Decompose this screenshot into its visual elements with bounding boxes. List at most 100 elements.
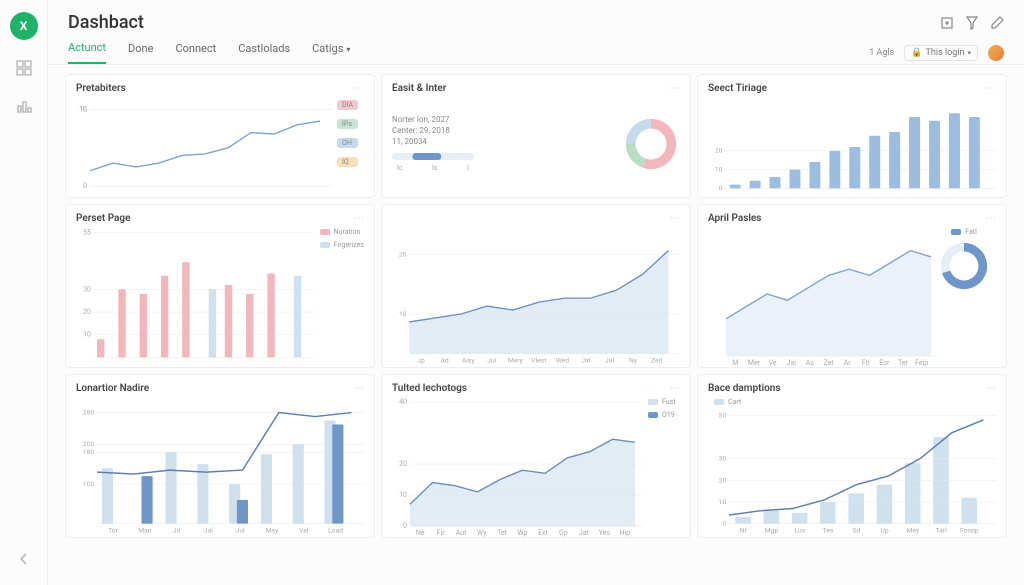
svg-text:Mgp: Mgp [765,526,779,534]
tab-done[interactable]: Done [128,42,153,63]
svg-text:Jai: Jai [787,359,797,367]
svg-text:10: 10 [83,331,91,339]
svg-text:Tes: Tes [823,526,834,534]
svg-text:Is: Is [432,164,438,172]
svg-text:0: 0 [719,184,723,192]
card-title: Seect Tiriage [708,83,767,94]
tag: OH [337,138,358,148]
svg-text:280: 280 [83,408,95,416]
chevron-down-icon: ▾ [346,45,350,54]
sidebar-collapse-icon[interactable] [14,549,34,569]
svg-text:10: 10 [719,498,727,506]
svg-text:Zed: Zed [651,356,663,364]
page-title: Dashbact [68,12,144,33]
app-logo[interactable]: X [10,12,38,40]
svg-text:Eor: Eor [879,359,890,367]
svg-text:Io: Io [397,164,403,172]
svg-text:Ter: Ter [898,359,909,367]
svg-text:0: 0 [722,520,726,528]
svg-text:Ne: Ne [416,529,425,537]
svg-text:Mey: Mey [907,526,920,534]
svg-text:As: As [806,359,815,367]
svg-text:M: M [732,359,738,367]
nav-dashboard-icon[interactable] [14,58,34,78]
svg-text:Vlest: Vlest [531,356,546,364]
card-menu-icon[interactable]: ⋯ [354,83,364,94]
chart-card: Pretabiters⋯01010DIAIPsOHIQ [65,74,375,198]
card-menu-icon[interactable]: ⋯ [986,213,996,224]
svg-text:Jd: Jd [173,526,181,534]
svg-text:10: 10 [399,310,407,318]
user-avatar[interactable] [988,45,1004,61]
svg-text:10: 10 [399,491,407,499]
chart-card: Perset Page⋯1020308655NurationFirgerizes [65,204,375,368]
svg-text:Jal: Jal [204,526,213,534]
svg-text:10: 10 [79,106,87,114]
svg-text:Up: Up [881,526,889,534]
card-menu-icon[interactable]: ⋯ [670,213,680,224]
chart-card: Seect Tiriage⋯02010 [697,74,1007,198]
svg-text:10: 10 [715,165,723,173]
tab-castlolads[interactable]: Castlolads [238,42,290,63]
svg-text:100: 100 [83,480,95,488]
svg-text:Wed: Wed [556,356,569,364]
chart-card: Tulted lechotogs⋯0102040NeFirAutWyTetWpE… [381,374,691,538]
tag: IQ [337,157,358,167]
svg-text:0: 0 [83,182,87,190]
tab-connect[interactable]: Connect [175,42,216,63]
legend-item: Fust [648,398,676,406]
svg-text:Fti: Fti [862,359,870,367]
svg-text:Jat: Jat [579,529,590,537]
svg-text:I: I [467,164,469,172]
svg-text:30: 30 [83,285,91,293]
card-title: Easit & Inter [392,83,446,94]
card-menu-icon[interactable]: ⋯ [986,83,996,94]
card-menu-icon[interactable]: ⋯ [670,383,680,394]
nav-analytics-icon[interactable] [14,96,34,116]
svg-text:Jul: Jul [236,526,245,534]
svg-text:Hip: Hip [619,529,630,537]
svg-text:Load: Load [328,526,343,534]
tab-catigs[interactable]: Catigs▾ [312,42,350,63]
svg-text:Mer: Mer [748,359,761,367]
svg-text:Wp: Wp [517,529,527,537]
lock-icon: 🔒 [911,48,922,58]
svg-text:Sd: Sd [852,526,860,534]
card-menu-icon[interactable]: ⋯ [354,213,364,224]
card-title: Lonartior Nadire [76,383,149,394]
card-menu-icon[interactable]: ⋯ [670,83,680,94]
svg-text:0: 0 [403,522,407,530]
svg-text:Yes: Yes [599,529,611,537]
card-title: Bace damptions [708,383,780,394]
chart-card: Lonartior Nadire⋯100180200280520TorManJd… [65,374,375,538]
funnel-icon[interactable] [966,16,978,30]
svg-text:Ny: Ny [629,356,638,364]
svg-text:55: 55 [83,229,91,237]
card-menu-icon[interactable]: ⋯ [986,383,996,394]
export-icon[interactable] [940,16,954,30]
svg-text:Aisy: Aisy [462,356,475,364]
scope-selector[interactable]: 🔒This login▾ [904,45,978,61]
card-menu-icon[interactable]: ⋯ [354,383,364,394]
chart-card: Easit & Inter⋯ Norter Ion, 2027Center: 2… [381,74,691,198]
svg-text:20: 20 [399,460,407,468]
legend-item: O19 [648,411,676,419]
svg-text:Man: Man [138,526,152,534]
svg-text:Val: Val [299,526,309,534]
svg-text:Jui: Jui [487,356,496,364]
svg-text:Feip: Feip [915,359,928,367]
legend-item: Cart [714,398,741,406]
edit-icon[interactable] [990,16,1004,30]
svg-text:Ad: Ad [441,356,449,364]
card-title: Perset Page [76,213,131,224]
svg-text:180: 180 [83,448,95,456]
svg-text:20: 20 [83,308,91,316]
tab-actunct[interactable]: Actunct [68,41,106,64]
svg-text:Aut: Aut [456,529,467,537]
chart-card: ⋯1025JpAdAisyJuiMeryVlestWedJatJulNyZed [381,204,691,368]
svg-text:Mery: Mery [508,356,524,364]
card-title: Pretabiters [76,83,126,94]
svg-text:50: 50 [719,411,727,419]
svg-text:Lus: Lus [794,526,805,534]
svg-text:30: 30 [719,455,727,463]
